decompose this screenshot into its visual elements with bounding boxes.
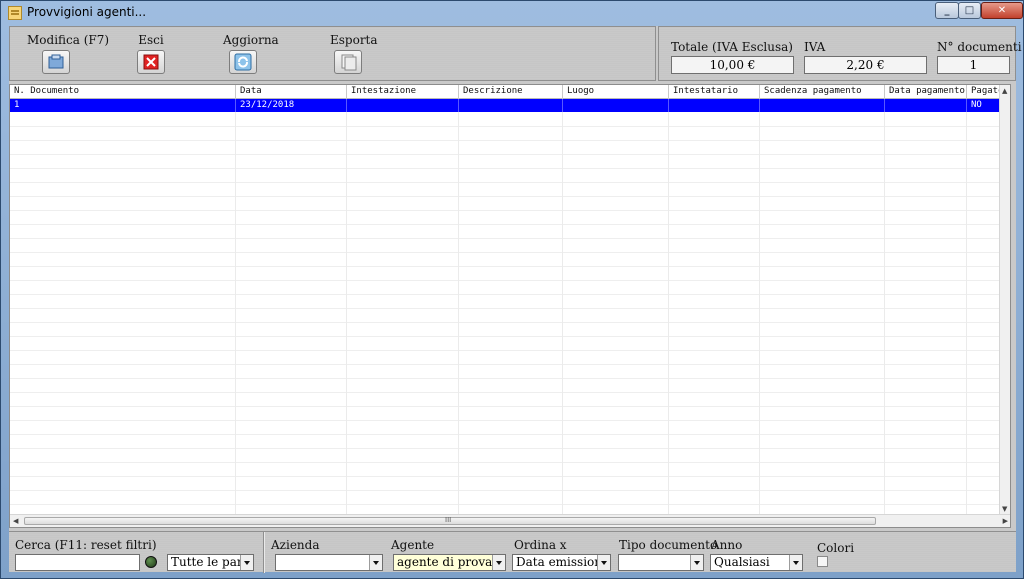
column-header-descrizione[interactable]: Descrizione [459, 85, 563, 99]
modify-button[interactable] [42, 50, 70, 74]
horizontal-scroll-thumb[interactable]: III [24, 516, 876, 525]
grid-vline [966, 99, 967, 515]
total-label: Totale (IVA Esclusa) [671, 40, 793, 54]
grid-vline [884, 99, 885, 515]
app-icon [8, 6, 22, 20]
filters-separator [263, 532, 265, 573]
grid-vline [562, 99, 563, 515]
documents-grid[interactable]: N. Documento Data Intestazione Descrizio… [9, 84, 1011, 528]
doctype-label: Tipo documento [619, 538, 718, 552]
close-button[interactable]: ✕ [981, 2, 1023, 19]
status-led-icon [145, 556, 157, 568]
maximize-button[interactable]: □ [958, 2, 981, 19]
export-tool[interactable]: Esporta [330, 33, 378, 74]
scroll-down-icon[interactable]: ▼ [1002, 505, 1007, 513]
export-button[interactable] [334, 50, 362, 74]
cell-scadenza [760, 99, 885, 112]
client-area: Modifica (F7) Esci Aggiorna Esporta Tota… [9, 26, 1022, 573]
cell-intestatario [669, 99, 760, 112]
chevron-down-icon[interactable] [240, 555, 253, 570]
docs-count-value: 1 [937, 56, 1010, 74]
chevron-down-icon[interactable] [690, 555, 703, 570]
refresh-icon [234, 53, 252, 71]
scroll-up-icon[interactable]: ▲ [1002, 87, 1007, 95]
cell-pagato: NO [967, 99, 1000, 112]
grid-header: N. Documento Data Intestazione Descrizio… [10, 85, 1000, 99]
column-header-scadenza[interactable]: Scadenza pagamento [760, 85, 885, 99]
column-header-luogo[interactable]: Luogo [563, 85, 669, 99]
order-select[interactable]: Data emissione [512, 554, 611, 571]
close-red-icon [143, 54, 159, 70]
cell-intestazione [347, 99, 459, 112]
edit-icon [48, 54, 64, 69]
modify-label: Modifica (F7) [27, 33, 110, 47]
chevron-down-icon[interactable] [789, 555, 802, 570]
horizontal-scrollbar[interactable]: ◀ III ▶ [10, 514, 1010, 527]
chevron-down-icon[interactable] [492, 555, 505, 570]
cell-n-documento: 1 [10, 99, 236, 112]
doctype-select[interactable] [618, 554, 704, 571]
refresh-button[interactable] [229, 50, 257, 74]
order-value: Data emissione [516, 555, 610, 569]
search-label: Cerca (F11: reset filtri) [15, 538, 157, 552]
scroll-left-icon[interactable]: ◀ [13, 517, 18, 525]
company-label: Azienda [271, 538, 320, 552]
totals-panel: Totale (IVA Esclusa) 10,00 € IVA 2,20 € … [658, 26, 1022, 81]
year-label: Anno [711, 538, 743, 552]
cell-luogo [563, 99, 669, 112]
cell-data: 23/12/2018 [236, 99, 347, 112]
grid-lines [10, 113, 1000, 515]
exit-button[interactable] [137, 50, 165, 74]
cell-descrizione [459, 99, 563, 112]
agent-select[interactable]: agente di prova [393, 554, 506, 571]
toolbar: Modifica (F7) Esci Aggiorna Esporta [9, 26, 656, 81]
year-value: Qualsiasi [714, 555, 770, 569]
search-input[interactable] [15, 554, 140, 571]
iva-label: IVA [804, 40, 826, 54]
filters-bar: Cerca (F11: reset filtri) Tutte le parol… [9, 531, 1016, 573]
table-row[interactable]: 1 23/12/2018 NO [10, 99, 1000, 112]
modify-tool[interactable]: Modifica (F7) [27, 33, 110, 74]
scroll-grip: III [445, 516, 452, 524]
grid-vline [668, 99, 669, 515]
grid-vline [458, 99, 459, 515]
grid-vline [759, 99, 760, 515]
copy-icon [341, 54, 357, 71]
export-label: Esporta [330, 33, 378, 47]
company-select[interactable] [275, 554, 383, 571]
column-header-data[interactable]: Data [236, 85, 347, 99]
words-mode-select[interactable]: Tutte le parole [167, 554, 254, 571]
year-select[interactable]: Qualsiasi [710, 554, 803, 571]
iva-value: 2,20 € [804, 56, 927, 74]
exit-tool[interactable]: Esci [136, 33, 166, 74]
refresh-tool[interactable]: Aggiorna [223, 33, 279, 74]
column-header-pagato[interactable]: Pagato [967, 85, 1000, 99]
exit-label: Esci [138, 33, 164, 47]
docs-count-label: N° documenti [937, 40, 1022, 54]
grid-vline [235, 99, 236, 515]
column-header-data-pagamento[interactable]: Data pagamento [885, 85, 967, 99]
main-window: Provvigioni agenti... _ □ ✕ Modifica (F7… [0, 0, 1024, 579]
column-header-intestazione[interactable]: Intestazione [347, 85, 459, 99]
vertical-scrollbar[interactable]: ▲ ▼ [999, 85, 1010, 515]
scroll-right-icon[interactable]: ▶ [1003, 517, 1008, 525]
colors-checkbox[interactable] [817, 556, 828, 567]
column-header-intestatario[interactable]: Intestatario [669, 85, 760, 99]
minimize-button[interactable]: _ [935, 2, 959, 19]
order-label: Ordina x [514, 538, 567, 552]
chevron-down-icon[interactable] [369, 555, 382, 570]
cell-data-pagamento [885, 99, 967, 112]
window-title: Provvigioni agenti... [27, 5, 147, 19]
agent-label: Agente [391, 538, 435, 552]
colors-label: Colori [817, 541, 855, 555]
total-value: 10,00 € [671, 56, 794, 74]
column-header-n-documento[interactable]: N. Documento [10, 85, 236, 99]
chevron-down-icon[interactable] [597, 555, 610, 570]
grid-vline [346, 99, 347, 515]
refresh-label: Aggiorna [223, 33, 279, 47]
title-bar[interactable]: Provvigioni agenti... _ □ ✕ [1, 1, 1023, 25]
agent-value: agente di prova [397, 555, 493, 569]
